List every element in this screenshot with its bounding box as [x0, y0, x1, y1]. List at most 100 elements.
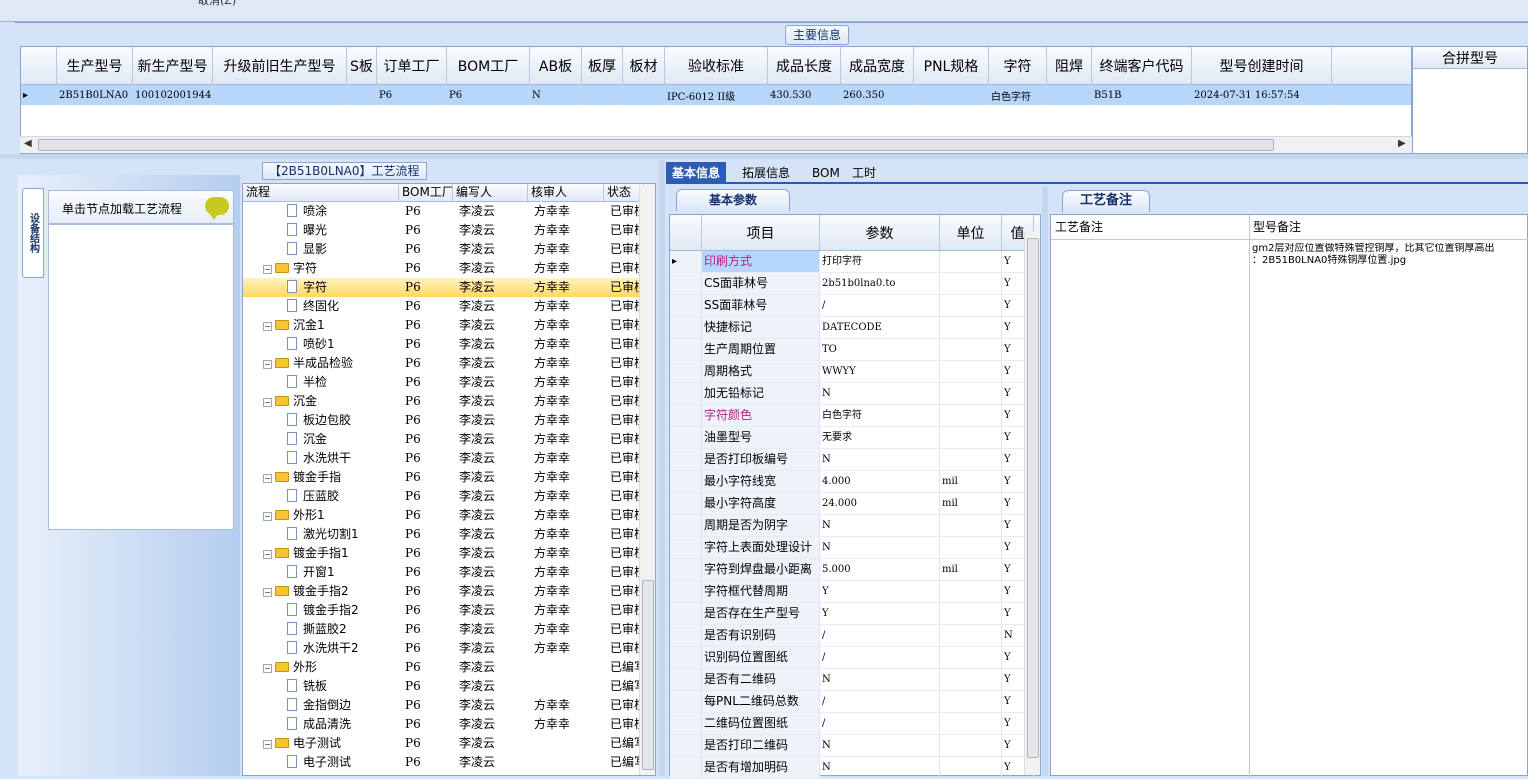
- process-column-header[interactable]: 状态: [604, 184, 644, 201]
- collapse-toggle-icon[interactable]: −: [263, 360, 272, 369]
- param-row[interactable]: 生产周期位置 TO Y: [670, 339, 1040, 361]
- param-row[interactable]: 是否打印二维码 N Y: [670, 735, 1040, 757]
- params-column-header[interactable]: 项目: [702, 215, 820, 250]
- param-row[interactable]: ▸ 印刷方式 打印字符 Y: [670, 251, 1040, 273]
- param-value[interactable]: 2b51b0lna0.to: [820, 273, 940, 294]
- param-value[interactable]: Y: [820, 603, 940, 624]
- grid-cell[interactable]: [213, 85, 347, 105]
- process-row[interactable]: − 镀金手指2 P6 李凌云 方幸幸 已审核: [243, 582, 655, 601]
- collapse-toggle-icon[interactable]: −: [263, 664, 272, 673]
- grid-cell[interactable]: 2024-07-31 16:57:54: [1192, 85, 1332, 105]
- grid-cell[interactable]: B51B: [1092, 85, 1192, 105]
- process-row[interactable]: 曝光 P6 李凌云 方幸幸 已审核: [243, 221, 655, 240]
- process-row[interactable]: 喷涂 P6 李凌云 方幸幸 已审核: [243, 202, 655, 221]
- collapse-toggle-icon[interactable]: −: [263, 740, 272, 749]
- column-header[interactable]: 型号创建时间: [1192, 47, 1332, 84]
- param-value[interactable]: N: [820, 537, 940, 558]
- param-value[interactable]: 打印字符: [820, 251, 940, 272]
- grid-cell[interactable]: 10010200194426: [133, 85, 213, 105]
- column-header[interactable]: 验收标准: [665, 47, 768, 84]
- column-header[interactable]: 成品宽度: [841, 47, 914, 84]
- scroll-thumb[interactable]: [38, 139, 1274, 151]
- process-row[interactable]: − 外形 P6 李凌云 已编写: [243, 658, 655, 677]
- scroll-right-icon[interactable]: ▶: [1398, 138, 1406, 149]
- param-row[interactable]: 字符框代替周期 Y Y: [670, 581, 1040, 603]
- column-header[interactable]: S板: [347, 47, 377, 84]
- grid-cell[interactable]: N: [530, 85, 582, 105]
- param-value[interactable]: N: [820, 757, 940, 778]
- collapse-toggle-icon[interactable]: −: [263, 265, 272, 274]
- param-value[interactable]: 24.000: [820, 493, 940, 514]
- process-row[interactable]: 沉金 P6 李凌云 方幸幸 已审核: [243, 430, 655, 449]
- grid-cell[interactable]: [623, 85, 665, 105]
- param-row[interactable]: 是否存在生产型号 Y Y: [670, 603, 1040, 625]
- horizontal-splitter[interactable]: [0, 154, 1528, 159]
- process-column-header[interactable]: 核审人: [528, 184, 604, 201]
- process-row[interactable]: 终固化 P6 李凌云 方幸幸 已审核: [243, 297, 655, 316]
- cancel-menu-text[interactable]: 取消(Z): [198, 0, 236, 8]
- param-row[interactable]: 是否打印板编号 N Y: [670, 449, 1040, 471]
- param-value[interactable]: N: [820, 735, 940, 756]
- params-vscrollbar[interactable]: [1024, 232, 1040, 775]
- structure-tree[interactable]: [48, 224, 234, 530]
- column-header[interactable]: 成品长度: [768, 47, 841, 84]
- grid-cell[interactable]: 260.350: [841, 85, 914, 105]
- column-header[interactable]: 板厚: [582, 47, 623, 84]
- param-row[interactable]: SS面菲林号 / Y: [670, 295, 1040, 317]
- param-value[interactable]: DATECODE: [820, 317, 940, 338]
- scroll-thumb[interactable]: [642, 580, 654, 770]
- collapse-toggle-icon[interactable]: −: [263, 512, 272, 521]
- vertical-splitter[interactable]: [659, 160, 665, 776]
- column-header[interactable]: 升级前旧生产型号: [213, 47, 347, 84]
- load-process-hint[interactable]: 单击节点加载工艺流程: [48, 190, 234, 224]
- param-value[interactable]: /: [820, 625, 940, 646]
- process-row[interactable]: − 外形1 P6 李凌云 方幸幸 已审核: [243, 506, 655, 525]
- param-value[interactable]: N: [820, 383, 940, 404]
- param-value[interactable]: N: [820, 515, 940, 536]
- param-value[interactable]: 4.000: [820, 471, 940, 492]
- column-header[interactable]: 字符: [989, 47, 1047, 84]
- grid-cell[interactable]: P6: [377, 85, 447, 105]
- tab-work-hours[interactable]: 工时: [846, 162, 882, 184]
- process-row[interactable]: 字符 P6 李凌云 方幸幸 已审核: [243, 278, 655, 297]
- params-column-header[interactable]: 参数: [820, 215, 940, 250]
- param-value[interactable]: TO: [820, 339, 940, 360]
- process-row[interactable]: − 字符 P6 李凌云 方幸幸 已审核: [243, 259, 655, 278]
- column-header[interactable]: 订单工厂: [377, 47, 447, 84]
- tab-basic-info[interactable]: 基本信息: [666, 162, 727, 184]
- param-row[interactable]: 是否有二维码 N Y: [670, 669, 1040, 691]
- param-row[interactable]: 每PNL二维码总数 / Y: [670, 691, 1040, 713]
- column-header[interactable]: 新生产型号: [133, 47, 213, 84]
- process-row[interactable]: 显影 P6 李凌云 方幸幸 已审核: [243, 240, 655, 259]
- param-value[interactable]: /: [820, 713, 940, 734]
- column-header[interactable]: 生产型号: [57, 47, 133, 84]
- param-row[interactable]: CS面菲林号 2b51b0lna0.to Y: [670, 273, 1040, 295]
- param-row[interactable]: 加无铅标记 N Y: [670, 383, 1040, 405]
- param-row[interactable]: 二维码位置图纸 / Y: [670, 713, 1040, 735]
- column-header[interactable]: 板材: [623, 47, 665, 84]
- param-value[interactable]: N: [820, 449, 940, 470]
- process-row[interactable]: 铣板 P6 李凌云 已编写: [243, 677, 655, 696]
- column-header[interactable]: PNL规格: [914, 47, 989, 84]
- param-row[interactable]: 是否有识别码 / N: [670, 625, 1040, 647]
- collapse-toggle-icon[interactable]: −: [263, 474, 272, 483]
- main-info-hscrollbar[interactable]: ◀ ▶: [20, 136, 1412, 153]
- collapse-toggle-icon[interactable]: −: [263, 322, 272, 331]
- process-column-header[interactable]: 流程: [243, 184, 399, 201]
- param-value[interactable]: /: [820, 295, 940, 316]
- process-row[interactable]: 喷砂1 P6 李凌云 方幸幸 已审核: [243, 335, 655, 354]
- grid-cell[interactable]: P6: [447, 85, 530, 105]
- process-notes-tab[interactable]: 工艺备注: [1062, 190, 1150, 212]
- process-row[interactable]: 水洗烘干 P6 李凌云 方幸幸 已审核: [243, 449, 655, 468]
- param-row[interactable]: 最小字符高度 24.000 mil Y: [670, 493, 1040, 515]
- main-info-row[interactable]: ▸2B51B0LNA010010200194426P6P6NIPC-6012 I…: [21, 85, 1411, 105]
- param-row[interactable]: 快捷标记 DATECODE Y: [670, 317, 1040, 339]
- param-value[interactable]: Y: [820, 581, 940, 602]
- param-value[interactable]: /: [820, 691, 940, 712]
- grid-cell[interactable]: IPC-6012 II级: [665, 85, 768, 105]
- param-row[interactable]: 最小字符线宽 4.000 mil Y: [670, 471, 1040, 493]
- grid-cell[interactable]: 2B51B0LNA0: [57, 85, 133, 105]
- param-row[interactable]: 识别码位置图纸 / Y: [670, 647, 1040, 669]
- grid-cell[interactable]: [347, 85, 377, 105]
- param-value[interactable]: 5.000: [820, 559, 940, 580]
